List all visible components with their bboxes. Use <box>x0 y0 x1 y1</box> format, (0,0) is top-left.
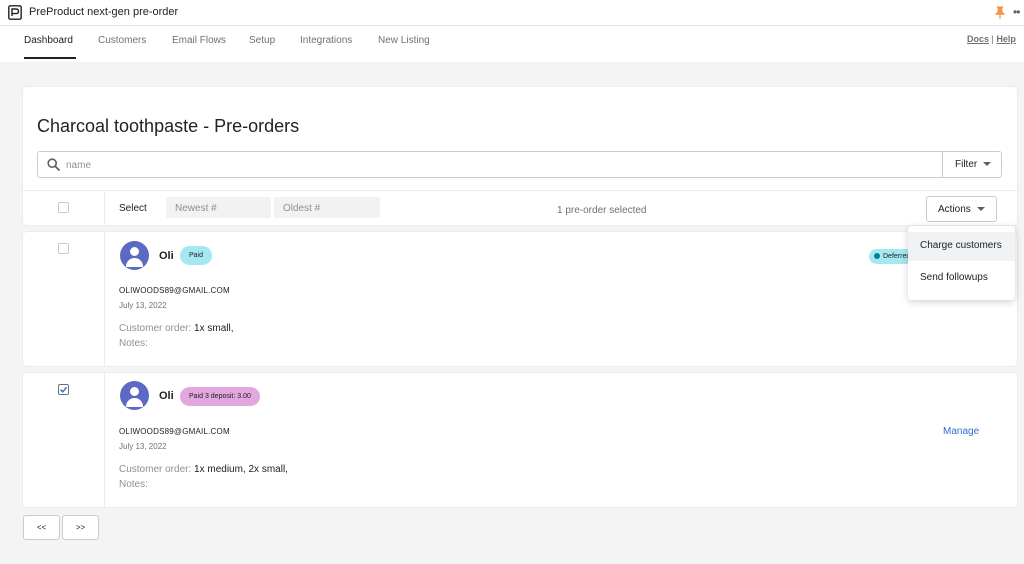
payment-badge: Paid <box>180 246 213 265</box>
help-link[interactable]: Help <box>996 34 1016 44</box>
payment-badge: Paid 3 deposit: 3.00 <box>180 387 260 406</box>
status-dot-icon <box>874 253 880 259</box>
actions-dropdown: Charge customers Send followups <box>908 226 1015 300</box>
menu-item-charge-customers[interactable]: Charge customers <box>908 232 1015 261</box>
tab-dashboard[interactable]: Dashboard <box>24 35 73 46</box>
page-title: Charcoal toothpaste - Pre-orders <box>37 116 300 136</box>
select-label: Select <box>119 203 147 214</box>
oldest-number-input[interactable]: Oldest # <box>274 197 380 218</box>
main-nav: Dashboard Customers Email Flows Setup In… <box>0 26 1024 62</box>
order-checkbox[interactable] <box>58 384 69 395</box>
status-label: Deferred <box>883 253 911 260</box>
customer-order-value: 1x small, <box>191 323 234 334</box>
customer-order-line: Customer order: 1x small, <box>119 323 233 334</box>
actions-button[interactable]: Actions <box>926 196 997 222</box>
manage-link[interactable]: Manage <box>943 426 979 437</box>
pin-icon[interactable] <box>994 6 1006 19</box>
app-logo-icon <box>8 5 22 20</box>
customer-order-label: Customer order: <box>119 464 192 475</box>
tab-new-listing[interactable]: New Listing <box>378 35 430 46</box>
active-tab-indicator <box>24 57 76 59</box>
toolbar-divider <box>104 191 105 226</box>
search-icon <box>47 158 60 171</box>
avatar-icon <box>120 241 149 270</box>
tab-email-flows[interactable]: Email Flows <box>172 35 226 46</box>
customer-name: Oli <box>159 390 174 402</box>
menu-item-send-followups[interactable]: Send followups <box>908 264 1015 293</box>
avatar-icon <box>120 381 149 410</box>
next-page-button[interactable]: >> <box>62 515 99 540</box>
customer-order-label: Customer order: <box>119 323 192 334</box>
app-bar: PreProduct next-gen pre-order •• <box>0 0 1024 26</box>
order-date: July 13, 2022 <box>119 301 167 310</box>
order-row: Oli Paid 3 deposit: 3.00 OLIWOODS89@GMAI… <box>23 373 1017 507</box>
select-all-checkbox[interactable] <box>58 202 69 213</box>
order-checkbox[interactable] <box>58 243 69 254</box>
row-divider <box>104 232 105 366</box>
selected-count: 1 pre-order selected <box>557 205 647 216</box>
customer-email: OLIWOODS89@GMAIL.COM <box>119 427 230 436</box>
actions-label: Actions <box>938 203 971 215</box>
row-divider <box>104 373 105 507</box>
customer-email: OLIWOODS89@GMAIL.COM <box>119 286 230 295</box>
tab-customers[interactable]: Customers <box>98 35 146 46</box>
newest-number-input[interactable]: Newest # <box>166 197 271 218</box>
caret-down-icon <box>976 206 985 211</box>
filter-label: Filter <box>955 159 978 170</box>
customer-name: Oli <box>159 250 174 262</box>
customer-order-value: 1x medium, 2x small, <box>191 464 288 475</box>
preorders-card: Charcoal toothpaste - Pre-orders Filter … <box>23 87 1017 226</box>
doc-links-separator: | <box>991 34 994 44</box>
caret-down-icon <box>983 162 992 167</box>
tab-integrations[interactable]: Integrations <box>300 35 352 46</box>
order-row: Oli Paid Deferred OLIWOODS89@GMAIL.COM J… <box>23 232 1017 366</box>
checkmark-icon <box>60 386 68 393</box>
search-box[interactable] <box>37 151 943 178</box>
doc-links: Docs | Help <box>967 34 1016 44</box>
filter-button[interactable]: Filter <box>942 151 1002 178</box>
notes-label: Notes: <box>119 338 148 349</box>
order-date: July 13, 2022 <box>119 442 167 451</box>
more-icon[interactable]: •• <box>1013 5 1020 19</box>
notes-label: Notes: <box>119 479 148 490</box>
docs-link[interactable]: Docs <box>967 34 989 44</box>
bulk-toolbar: Select Newest # Oldest # 1 pre-order sel… <box>23 190 1017 226</box>
customer-order-line: Customer order: 1x medium, 2x small, <box>119 464 288 475</box>
search-input[interactable] <box>66 157 566 173</box>
app-title: PreProduct next-gen pre-order <box>29 6 179 18</box>
prev-page-button[interactable]: << <box>23 515 60 540</box>
tab-setup[interactable]: Setup <box>249 35 275 46</box>
